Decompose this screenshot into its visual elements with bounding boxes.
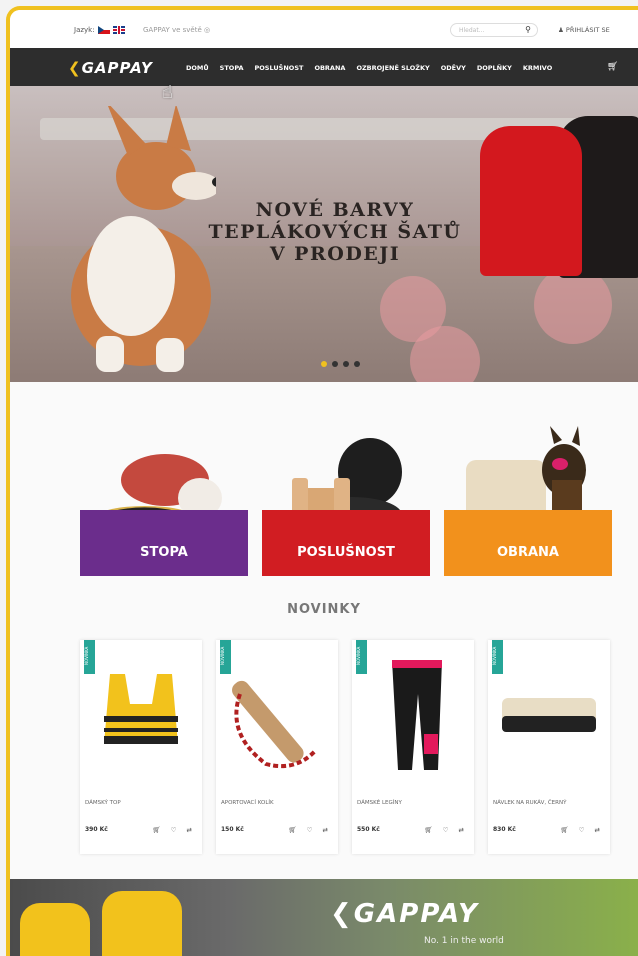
user-icon: ♟ <box>558 26 564 34</box>
hand-cursor-icon: ☝ <box>162 82 173 103</box>
product-name[interactable]: APORTOVACÍ KOLÍK <box>221 800 274 806</box>
search-placeholder: Hledat... <box>459 27 485 34</box>
product-image <box>232 680 318 769</box>
top-bar: Jazyk: GAPPAY ve světě ◎ Hledat... ⚲ ♟ P… <box>10 10 638 48</box>
product-actions: 🛒︎ ♡ ⇄ <box>424 826 464 834</box>
yellow-hoodie-image <box>102 891 182 956</box>
compare-icon[interactable]: ⇄ <box>323 826 328 834</box>
language-switch: Jazyk: <box>74 26 125 34</box>
product-price: 830 Kč <box>493 826 516 833</box>
slider-dots <box>321 361 360 367</box>
product-name[interactable]: DÁMSKÝ TOP <box>85 800 121 806</box>
logo[interactable]: ❮GAPPAY <box>68 59 153 77</box>
product-price: 390 Kč <box>85 826 108 833</box>
uk-flag-icon[interactable] <box>112 26 125 34</box>
nav-item-odevy[interactable]: ODĚVY <box>441 64 466 72</box>
czech-flag-icon[interactable] <box>97 26 110 34</box>
search-input[interactable]: Hledat... ⚲ <box>450 23 538 37</box>
footer-slogan: No. 1 in the world <box>424 936 504 946</box>
product-price: 550 Kč <box>357 826 380 833</box>
product-actions: 🛒︎ ♡ ⇄ <box>288 826 328 834</box>
category-obrana[interactable]: OBRANA <box>444 510 612 576</box>
search-icon[interactable]: ⚲ <box>525 25 531 34</box>
logo-mark-icon: ❮ <box>68 59 82 77</box>
cart-icon[interactable]: 🛒︎ <box>424 826 432 834</box>
cart-icon[interactable]: 🛒︎ <box>288 826 296 834</box>
corgi-dog-image <box>71 106 216 372</box>
compare-icon[interactable]: ⇄ <box>187 826 192 834</box>
footer-logo: ❮GAPPAY <box>330 899 479 929</box>
yellow-hoodie-image <box>20 903 90 956</box>
nav-item-poslusnost[interactable]: POSLUŠNOST <box>255 64 304 72</box>
compare-icon[interactable]: ⇄ <box>459 826 464 834</box>
logo-mark-icon: ❮ <box>330 899 354 929</box>
category-label: OBRANA <box>497 544 559 560</box>
world-link-label: GAPPAY ve světě <box>143 26 202 34</box>
product-name[interactable]: NÁVLEK NA RUKÁV, ČERNÝ <box>493 800 566 806</box>
product-actions: 🛒︎ ♡ ⇄ <box>152 826 192 834</box>
cart-icon[interactable]: 🛒︎ <box>560 826 568 834</box>
hero-slider[interactable]: NOVÉ BARVY TEPLÁKOVÝCH ŠATŮ V PRODEJI <box>10 86 638 382</box>
hero-title: NOVÉ BARVY TEPLÁKOVÝCH ŠATŮ V PRODEJI <box>200 199 470 265</box>
slider-dot[interactable] <box>332 361 338 367</box>
nav-item-ozbrojene-slozky[interactable]: OZBROJENÉ SLOŽKY <box>356 64 429 72</box>
nav-item-doplnky[interactable]: DOPLŇKY <box>477 64 512 72</box>
heart-icon[interactable]: ♡ <box>579 826 585 834</box>
cart-icon[interactable]: 🛒︎ <box>607 62 618 72</box>
hero-title-line3: V PRODEJI <box>269 243 401 265</box>
hero-title-line2: TEPLÁKOVÝCH ŠATŮ <box>208 221 462 243</box>
compare-icon[interactable]: ⇄ <box>595 826 600 834</box>
heart-icon[interactable]: ♡ <box>307 826 313 834</box>
footer-banner[interactable]: ❮GAPPAY No. 1 in the world <box>10 879 638 956</box>
heart-icon[interactable]: ♡ <box>443 826 449 834</box>
category-label: STOPA <box>140 544 188 560</box>
novinky-title: NOVINKY <box>287 602 361 617</box>
product-image <box>502 698 596 732</box>
category-label: POSLUŠNOST <box>297 544 395 560</box>
product-card[interactable]: NOVINKA DÁMSKÝ TOP 390 Kč 🛒︎ ♡ ⇄ <box>80 640 202 854</box>
login-label: PŘIHLÁSIT SE <box>565 26 610 34</box>
world-link[interactable]: GAPPAY ve světě ◎ <box>143 26 210 34</box>
nav-item-krmivo[interactable]: KRMIVO <box>523 64 552 72</box>
page-frame: Jazyk: GAPPAY ve světě ◎ Hledat... ⚲ ♟ P… <box>6 6 638 956</box>
cart-icon[interactable]: 🛒︎ <box>152 826 160 834</box>
language-label: Jazyk: <box>74 26 95 34</box>
product-actions: 🛒︎ ♡ ⇄ <box>560 826 600 834</box>
heart-icon[interactable]: ♡ <box>171 826 177 834</box>
hero-title-line1: NOVÉ BARVY <box>255 199 415 221</box>
globe-icon: ◎ <box>204 26 211 34</box>
product-name[interactable]: DÁMSKÉ LEGÍNY <box>357 800 402 806</box>
category-stopa[interactable]: STOPA <box>80 510 248 576</box>
category-poslusnost[interactable]: POSLUŠNOST <box>262 510 430 576</box>
slider-dot[interactable] <box>354 361 360 367</box>
main-navigation: ❮GAPPAY DOMŮ STOPA POSLUŠNOST OBRANA OZB… <box>10 48 638 86</box>
footer-logo-text: GAPPAY <box>353 899 479 929</box>
login-link[interactable]: ♟ PŘIHLÁSIT SE <box>558 26 610 34</box>
nav-menu: DOMŮ STOPA POSLUŠNOST OBRANA OZBROJENÉ S… <box>186 64 552 72</box>
product-card[interactable]: NOVINKA DÁMSKÉ LEGÍNY 550 Kč 🛒︎ ♡ ⇄ <box>352 640 474 854</box>
product-card[interactable]: NOVINKA APORTOVACÍ KOLÍK 150 Kč 🛒︎ ♡ ⇄ <box>216 640 338 854</box>
slider-dot[interactable] <box>343 361 349 367</box>
nav-item-domu[interactable]: DOMŮ <box>186 64 209 72</box>
nav-item-obrana[interactable]: OBRANA <box>314 64 345 72</box>
logo-text: GAPPAY <box>81 59 153 77</box>
product-image <box>392 660 442 770</box>
red-jacket-image <box>480 126 582 276</box>
nav-item-stopa[interactable]: STOPA <box>220 64 244 72</box>
product-card[interactable]: NOVINKA NÁVLEK NA RUKÁV, ČERNÝ 830 Kč 🛒︎… <box>488 640 610 854</box>
product-image <box>104 674 178 744</box>
slider-dot[interactable] <box>321 361 327 367</box>
product-price: 150 Kč <box>221 826 244 833</box>
